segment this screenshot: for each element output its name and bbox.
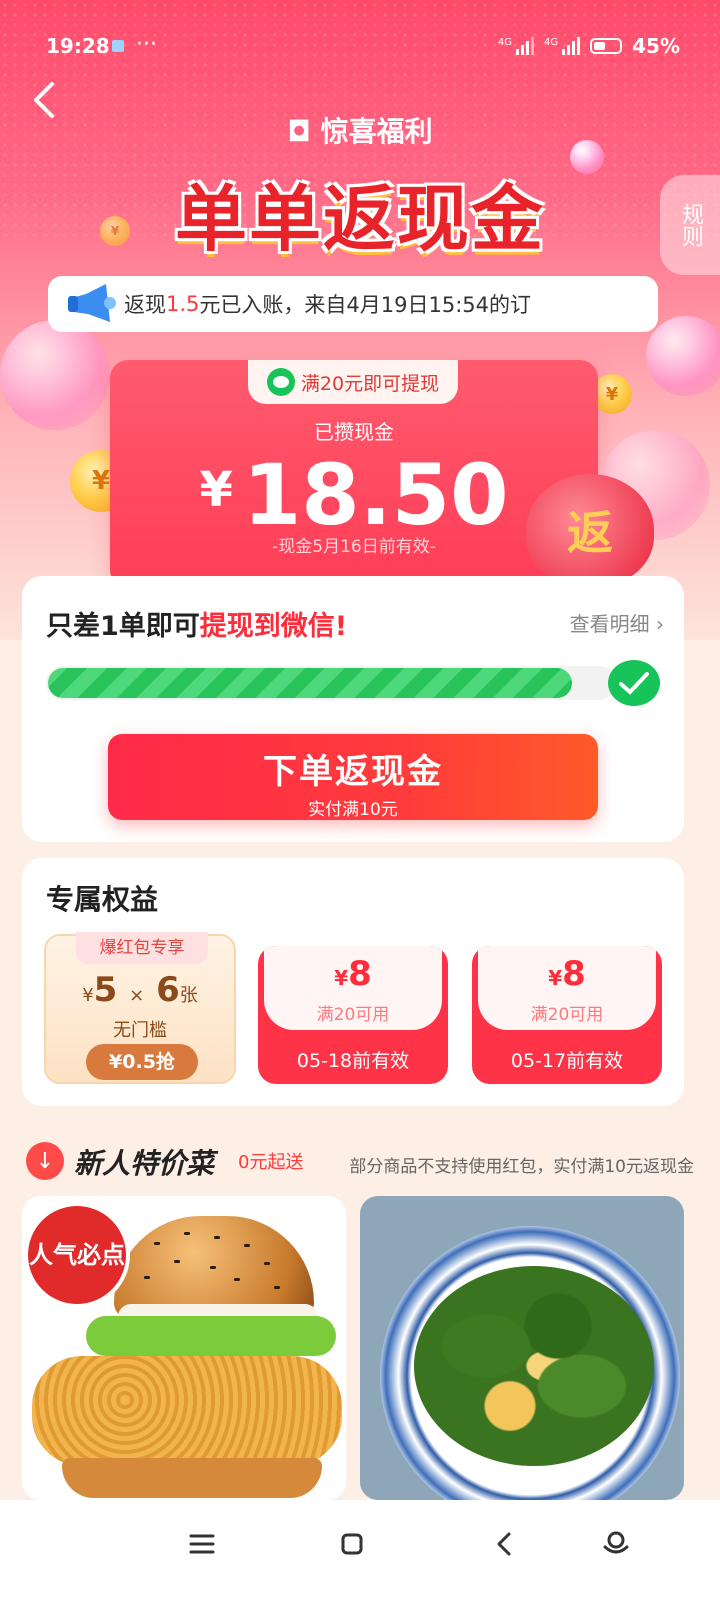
rules-button[interactable]: 规则: [660, 175, 720, 275]
withdraw-threshold-tag: 满20元即可提现: [248, 360, 458, 404]
coupon-condition: 满20可用: [530, 1005, 604, 1025]
coupon-value: 5: [93, 970, 118, 1010]
peppers-egg-image: [414, 1266, 654, 1466]
benefits-title: 专属权益: [46, 883, 159, 916]
notification-icon: [112, 40, 124, 52]
coupon-value: ¥8: [258, 954, 448, 994]
burger-patty: [32, 1356, 342, 1466]
decor-bubble: [646, 316, 720, 396]
cash-expire: -现金5月16日前有效-: [272, 537, 436, 557]
coupon-expire: 05-17前有效: [510, 1050, 624, 1072]
chevron-right-icon: ›: [656, 612, 664, 636]
newuser-section-header: ↓ 新人特价菜 0元起送 部分商品不支持使用红包，实付满10元返现金: [24, 1138, 694, 1182]
ticker-amount: 1.5: [166, 292, 200, 316]
cash-amount: ¥18.50: [110, 446, 598, 544]
zero-delivery-tag: 0元起送: [238, 1152, 304, 1173]
burger-lettuce: [86, 1316, 336, 1356]
brand-text: 惊喜福利: [320, 115, 433, 148]
coupon-card[interactable]: ¥8 满20可用 05-18前有效: [258, 946, 448, 1084]
withdraw-title: 只差1单即可提现到微信!: [46, 604, 347, 643]
status-time: 19:28: [46, 34, 110, 58]
withdraw-threshold-text: 满20元即可提现: [300, 372, 440, 395]
coupon-amount: 8: [348, 954, 372, 994]
withdraw-panel: 只差1单即可提现到微信! 查看明细 › 下单返现金 实付满10元: [22, 576, 684, 842]
coupon-pack-value: ¥5 × 6张: [46, 970, 234, 1010]
gift-icon: ◘: [287, 115, 321, 148]
currency-symbol: ¥: [82, 985, 94, 1006]
headline: 单单返现金: [174, 177, 545, 261]
signal-icon: 4G: [544, 37, 581, 55]
gold-coupon-pack[interactable]: 爆红包专享 ¥5 × 6张 无门槛 ¥0.5抢: [44, 932, 236, 1084]
coupon-count: 6: [156, 970, 180, 1010]
battery-icon: [590, 38, 623, 54]
currency-symbol: ¥: [548, 966, 563, 990]
coupon-tag: 爆红包专享: [76, 932, 208, 964]
grab-button[interactable]: ¥0.5抢: [86, 1044, 198, 1080]
view-detail-link[interactable]: 查看明细 ›: [570, 608, 664, 637]
coupon-unit: 张: [179, 985, 198, 1006]
megaphone-icon: [68, 284, 116, 322]
newuser-note: 部分商品不支持使用红包，实付满10元返现金: [349, 1157, 694, 1177]
coupon-condition: 满20可用: [316, 1005, 390, 1025]
product-card-peppers[interactable]: [360, 1196, 684, 1500]
burger-bun: [62, 1458, 322, 1498]
product-card-burger[interactable]: 人气必点: [22, 1196, 346, 1500]
coupon-value: ¥8: [472, 954, 662, 994]
network-type: 4G: [544, 37, 559, 48]
status-bar: 19:28 ··· 4G 4G 45%: [46, 30, 680, 64]
home-icon[interactable]: [322, 1514, 382, 1574]
newuser-title: 新人特价菜: [74, 1147, 215, 1180]
order-button-label: 下单返现金: [263, 752, 443, 792]
order-button-sub: 实付满10元: [308, 800, 398, 820]
cash-card: 满20元即可提现 已攒现金 ¥18.50 -现金5月16日前有效-: [110, 360, 598, 588]
ticker-suffix: 元已入账，来自4月19日15:54的订: [199, 293, 532, 317]
arrow-down-icon: ↓: [26, 1142, 64, 1180]
more-notifications-icon: ···: [136, 32, 157, 57]
coupon-amount: 8: [562, 954, 586, 994]
network-type: 4G: [497, 37, 512, 48]
brand-title: ◘ 惊喜福利: [0, 110, 720, 150]
decor-coin: ¥: [592, 374, 632, 414]
coupon-card[interactable]: ¥8 满20可用 05-17前有效: [472, 946, 662, 1084]
withdraw-title-prefix: 只差1单即可: [46, 611, 200, 642]
ticker-prefix: 返现: [124, 293, 166, 317]
coupon-no-threshold: 无门槛: [113, 1020, 167, 1041]
coupon-expire: 05-18前有效: [296, 1050, 410, 1072]
cashback-ticker: 返现 1.5 元已入账，来自4月19日15:54的订: [48, 276, 658, 332]
cash-label: 已攒现金: [314, 420, 394, 444]
progress-fill: [48, 668, 573, 698]
withdraw-title-highlight: 提现到微信!: [199, 611, 348, 642]
withdraw-progress-bar: [46, 666, 616, 700]
system-nav-bar: [0, 1500, 720, 1600]
order-cashback-button[interactable]: 下单返现金 实付满10元: [108, 734, 598, 820]
multiply-sign: ×: [129, 985, 145, 1006]
back-nav-icon[interactable]: [474, 1514, 534, 1574]
wechat-icon: [266, 368, 295, 396]
menu-icon[interactable]: [172, 1514, 232, 1574]
currency-symbol: ¥: [334, 966, 349, 990]
wechat-icon: [608, 660, 660, 706]
popular-badge: 人气必点: [28, 1206, 126, 1304]
benefits-panel: 专属权益 爆红包专享 ¥5 × 6张 无门槛 ¥0.5抢 ¥8 满20可用 05…: [22, 858, 684, 1106]
assistant-icon[interactable]: [586, 1514, 646, 1574]
cash-value: 18.50: [242, 446, 509, 544]
signal-icon: 4G: [498, 37, 534, 55]
red-envelope-bag-icon: 返: [526, 474, 654, 586]
decor-bubble: [0, 320, 110, 430]
battery-percent: 45%: [632, 34, 680, 58]
currency-symbol: ¥: [199, 462, 233, 518]
view-detail-text: 查看明细: [569, 612, 650, 636]
